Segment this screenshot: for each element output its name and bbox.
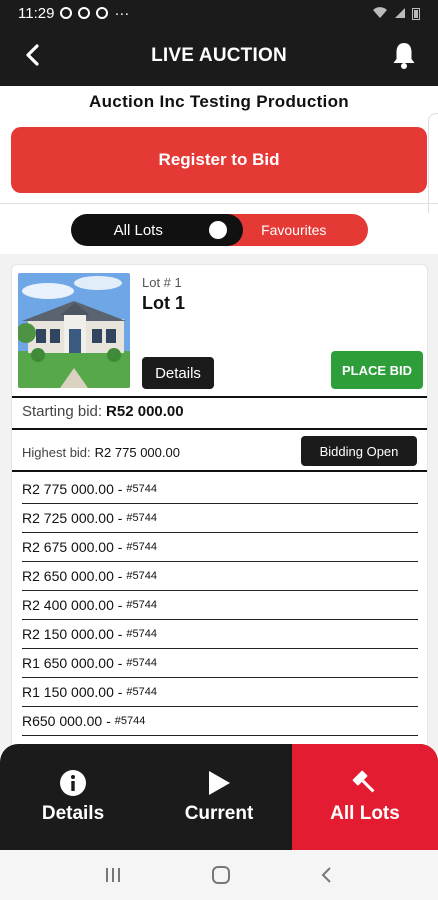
register-to-bid-button[interactable]: Register to Bid	[11, 127, 427, 193]
gavel-icon	[352, 770, 375, 793]
bell-icon[interactable]	[390, 40, 418, 70]
nav-details-label: Details	[41, 803, 105, 824]
lot-card: Lot # 1 Lot 1 Details PLACE BID Starting…	[11, 264, 428, 764]
play-icon	[209, 771, 230, 795]
highest-bid: Highest bid: R2 775 000.00	[22, 445, 180, 460]
list-item: R650 000.00 - #5744	[22, 707, 418, 736]
lot-details-button[interactable]: Details	[142, 357, 214, 389]
system-nav-bar	[0, 850, 438, 900]
divider	[12, 396, 427, 398]
more-notifications-icon: ···	[114, 4, 130, 22]
bid-amount: R2 725 000.00	[22, 510, 114, 526]
bidder-id: #5744	[126, 686, 158, 698]
signal-icon	[395, 8, 405, 18]
bidding-status-button[interactable]: Bidding Open	[301, 436, 417, 466]
auction-name: Auction Inc Testing Production	[89, 92, 349, 111]
bidder-id: #5744	[126, 512, 158, 524]
app-bar: LIVE AUCTION	[0, 26, 438, 86]
bid-amount: R1 150 000.00	[22, 684, 114, 700]
lot-name: Lot 1	[142, 293, 185, 313]
nav-all-lots-label: All Lots	[330, 803, 400, 824]
divider	[12, 470, 427, 472]
status-bar: 11:29 ···	[0, 0, 438, 26]
list-item: R2 775 000.00 - #5744	[22, 475, 418, 504]
page-title: LIVE AUCTION	[151, 45, 287, 66]
list-item: R2 650 000.00 - #5744	[22, 562, 418, 591]
lots-filter-toggle[interactable]: All Lots Favourites	[71, 214, 368, 246]
bid-history-list: R2 775 000.00 - #5744 R2 725 000.00 - #574…	[12, 475, 427, 736]
highest-bid-label: Highest bid:	[22, 445, 91, 460]
divider	[12, 428, 427, 430]
bid-amount: R2 775 000.00	[22, 481, 114, 497]
starting-bid: Starting bid: R52 000.00	[22, 403, 184, 420]
divider	[0, 203, 438, 204]
nav-details[interactable]: Details	[0, 744, 146, 850]
status-time: 11:29	[18, 4, 55, 22]
bidder-id: #5744	[126, 628, 158, 640]
back-arrow-icon[interactable]	[18, 40, 48, 70]
list-item: R1 650 000.00 - #5744	[22, 649, 418, 678]
toggle-knob[interactable]	[209, 221, 227, 239]
list-item: R2 150 000.00 - #5744	[22, 620, 418, 649]
place-bid-button[interactable]: PLACE BID	[331, 351, 423, 389]
bidder-id: #5744	[126, 599, 158, 611]
facebook-notification-icon	[60, 7, 73, 19]
bid-amount: R650 000.00	[22, 713, 103, 729]
facebook-notification-icon-2	[96, 7, 109, 19]
scroll-indicator	[428, 113, 438, 213]
bidder-id: #5744	[126, 657, 158, 669]
bidder-id: #5744	[114, 715, 146, 727]
starting-bid-label: Starting bid:	[22, 403, 103, 420]
starting-bid-value: R52 000.00	[106, 403, 184, 420]
nav-current[interactable]: Current	[146, 744, 292, 850]
lot-number: Lot # 1	[142, 275, 182, 290]
back-icon[interactable]	[319, 865, 335, 885]
recent-apps-icon[interactable]	[103, 866, 123, 884]
battery-icon	[412, 7, 420, 20]
bid-amount: R1 650 000.00	[22, 655, 114, 671]
list-item: R1 150 000.00 - #5744	[22, 678, 418, 707]
highest-bid-value: R2 775 000.00	[94, 445, 180, 460]
bidder-id: #5744	[126, 570, 158, 582]
bid-amount: R2 150 000.00	[22, 626, 114, 642]
list-item: R2 400 000.00 - #5744	[22, 591, 418, 620]
bid-amount: R2 400 000.00	[22, 597, 114, 613]
list-item: R2 725 000.00 - #5744	[22, 504, 418, 533]
toggle-knob-track	[193, 214, 243, 246]
bidder-id: #5744	[126, 541, 158, 553]
nav-all-lots[interactable]: All Lots	[292, 744, 438, 850]
info-icon	[60, 770, 86, 796]
bottom-nav: Details Current All Lots	[0, 744, 438, 850]
list-item: R2 675 000.00 - #5744	[22, 533, 418, 562]
location-notification-icon	[78, 7, 91, 19]
bid-amount: R2 675 000.00	[22, 539, 114, 555]
house-image	[18, 273, 130, 388]
nav-current-label: Current	[184, 803, 254, 824]
bidder-id: #5744	[126, 483, 158, 495]
lot-thumbnail[interactable]	[18, 273, 130, 388]
bid-amount: R2 650 000.00	[22, 568, 114, 584]
wifi-icon	[373, 7, 387, 19]
home-icon[interactable]	[210, 864, 232, 886]
